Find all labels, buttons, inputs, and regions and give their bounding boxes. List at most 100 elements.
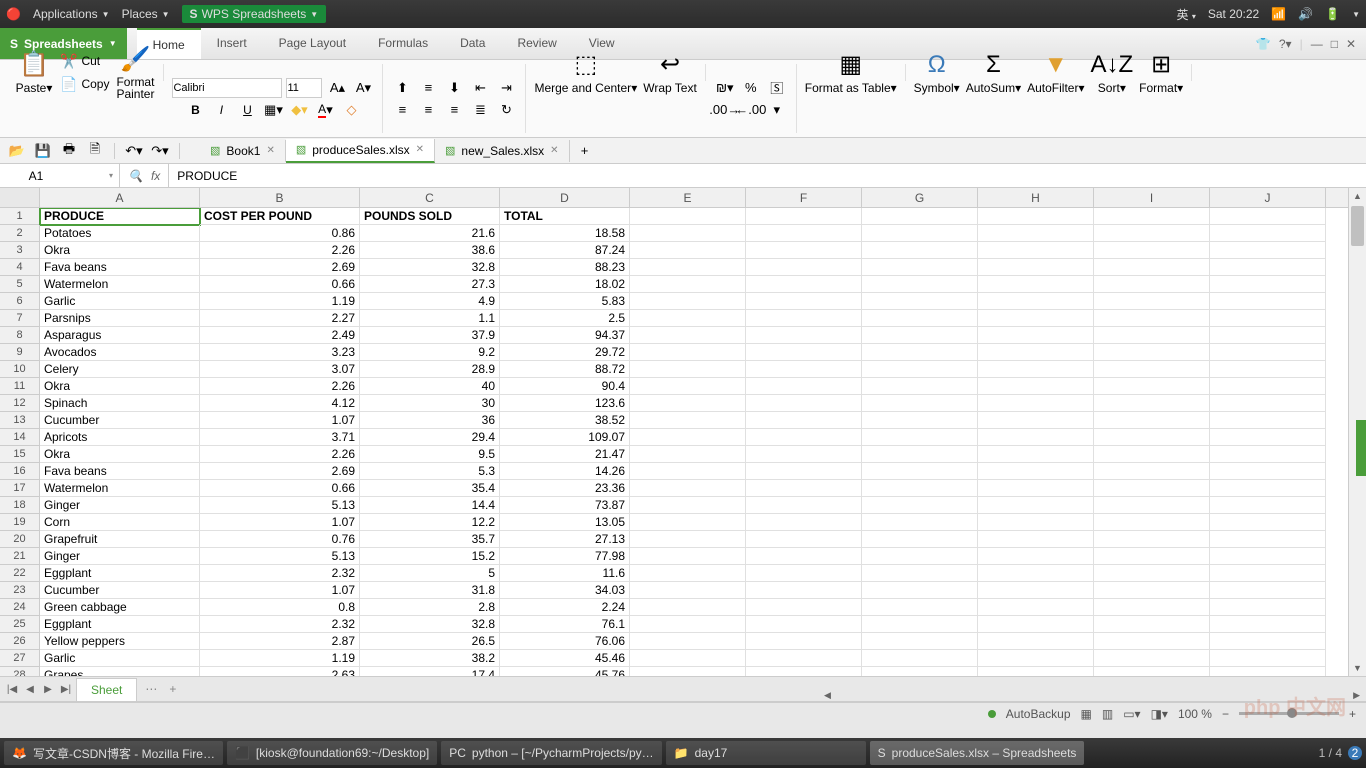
running-app[interactable]: S WPS Spreadsheets ▼ <box>182 5 327 23</box>
cell[interactable] <box>978 412 1094 429</box>
cell[interactable]: Fava beans <box>40 463 200 480</box>
cell[interactable] <box>1210 667 1326 676</box>
cell[interactable] <box>746 446 862 463</box>
cell[interactable] <box>1094 293 1210 310</box>
cell[interactable]: 23.36 <box>500 480 630 497</box>
cell[interactable]: 5.3 <box>360 463 500 480</box>
cell[interactable] <box>978 446 1094 463</box>
row-header[interactable]: 10 <box>0 361 40 378</box>
cell[interactable]: 1.07 <box>200 514 360 531</box>
cell[interactable] <box>1210 378 1326 395</box>
view-reading-icon[interactable]: ▭▾ <box>1123 707 1140 721</box>
cell[interactable] <box>630 633 746 650</box>
cell[interactable] <box>862 327 978 344</box>
cell[interactable] <box>1210 616 1326 633</box>
doc-tab[interactable]: ▧produceSales.xlsx✕ <box>286 139 435 163</box>
clear-format-icon[interactable]: ◇ <box>340 100 362 120</box>
cell[interactable] <box>630 361 746 378</box>
cell[interactable] <box>746 531 862 548</box>
cell[interactable] <box>746 208 862 225</box>
cell[interactable] <box>746 582 862 599</box>
cell[interactable]: 1.07 <box>200 412 360 429</box>
cell[interactable] <box>862 310 978 327</box>
row-header[interactable]: 4 <box>0 259 40 276</box>
row-header[interactable]: 12 <box>0 395 40 412</box>
ime-indicator[interactable]: 英 ▾ <box>1176 6 1195 23</box>
cell[interactable]: Watermelon <box>40 276 200 293</box>
print-icon[interactable]: 🖶 <box>58 141 80 161</box>
col-header-E[interactable]: E <box>630 188 746 207</box>
help-icon[interactable]: ?▾ <box>1279 37 1292 51</box>
cell[interactable]: 38.6 <box>360 242 500 259</box>
taskbar-item[interactable]: ⬛[kiosk@foundation69:~/Desktop] <box>227 741 437 765</box>
fx-search-icon[interactable]: 🔍 <box>128 169 143 183</box>
cell[interactable]: COST PER POUND <box>200 208 360 225</box>
cell[interactable]: 17.4 <box>360 667 500 676</box>
cell[interactable] <box>1094 310 1210 327</box>
cell[interactable] <box>630 582 746 599</box>
cell[interactable] <box>862 548 978 565</box>
row-header[interactable]: 2 <box>0 225 40 242</box>
cell[interactable] <box>862 412 978 429</box>
cell[interactable] <box>630 616 746 633</box>
cell[interactable]: 27.13 <box>500 531 630 548</box>
cell[interactable] <box>978 531 1094 548</box>
cell[interactable]: 32.8 <box>360 259 500 276</box>
cell[interactable]: 4.9 <box>360 293 500 310</box>
cell[interactable]: 109.07 <box>500 429 630 446</box>
cell[interactable] <box>630 327 746 344</box>
cell[interactable] <box>630 208 746 225</box>
cell[interactable]: 26.5 <box>360 633 500 650</box>
cell[interactable]: 2.49 <box>200 327 360 344</box>
cell[interactable] <box>630 497 746 514</box>
cut-button[interactable]: ✂️Cut <box>60 51 109 71</box>
cell[interactable]: Grapefruit <box>40 531 200 548</box>
number-format-icon[interactable]: ▾ <box>766 100 788 120</box>
fill-color-button[interactable]: ◆▾ <box>288 100 310 120</box>
cell[interactable] <box>1094 582 1210 599</box>
cell[interactable] <box>1210 463 1326 480</box>
doc-tab[interactable]: ▧new_Sales.xlsx✕ <box>435 140 570 162</box>
cell[interactable]: Potatoes <box>40 225 200 242</box>
view-pagebreak-icon[interactable]: ▥ <box>1102 707 1113 721</box>
sheet-last-icon[interactable]: ▶| <box>58 684 74 695</box>
sheet-menu-icon[interactable]: ⋯ <box>139 682 163 696</box>
cell[interactable]: Ginger <box>40 548 200 565</box>
cell[interactable]: 2.26 <box>200 242 360 259</box>
cell[interactable]: 2.69 <box>200 463 360 480</box>
cell[interactable] <box>1210 361 1326 378</box>
user-menu[interactable]: ▼ <box>1352 10 1360 19</box>
cell[interactable] <box>862 395 978 412</box>
row-header[interactable]: 21 <box>0 548 40 565</box>
new-doc-icon[interactable]: + <box>574 141 596 161</box>
row-header[interactable]: 22 <box>0 565 40 582</box>
view-layout-icon[interactable]: ◨▾ <box>1151 707 1168 721</box>
cell[interactable] <box>862 208 978 225</box>
font-color-button[interactable]: A▾ <box>314 100 336 120</box>
cell[interactable]: 35.7 <box>360 531 500 548</box>
cell[interactable] <box>862 242 978 259</box>
format-painter-button[interactable]: 🖌️FormatPainter <box>115 45 155 100</box>
cell[interactable] <box>1094 327 1210 344</box>
cell[interactable]: 88.23 <box>500 259 630 276</box>
row-header[interactable]: 11 <box>0 378 40 395</box>
cell[interactable]: 28.9 <box>360 361 500 378</box>
col-header-J[interactable]: J <box>1210 188 1326 207</box>
cell[interactable] <box>978 463 1094 480</box>
close-icon[interactable]: ✕ <box>550 145 558 156</box>
currency-icon[interactable]: ₪▾ <box>714 78 736 98</box>
cell[interactable] <box>746 276 862 293</box>
cell[interactable]: Watermelon <box>40 480 200 497</box>
cell[interactable] <box>978 633 1094 650</box>
menu-tab-insert[interactable]: Insert <box>201 28 263 59</box>
skin-icon[interactable]: 👕 <box>1256 37 1271 51</box>
cell[interactable] <box>630 395 746 412</box>
taskbar-item[interactable]: 🦊写文章-CSDN博客 - Mozilla Fire… <box>4 741 223 765</box>
formula-input[interactable] <box>169 164 1366 187</box>
cell[interactable]: 15.2 <box>360 548 500 565</box>
row-header[interactable]: 3 <box>0 242 40 259</box>
name-box[interactable]: ▾ <box>0 164 120 187</box>
wifi-icon[interactable]: 📶 <box>1271 7 1286 21</box>
cell[interactable]: Garlic <box>40 293 200 310</box>
cell[interactable]: 2.32 <box>200 616 360 633</box>
